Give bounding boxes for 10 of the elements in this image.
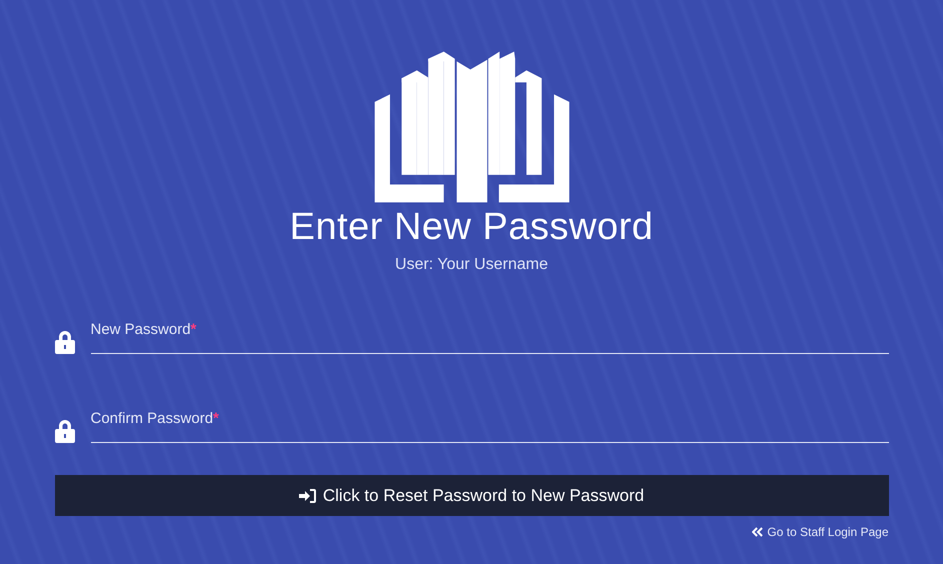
lock-icon [54,330,74,354]
double-chevron-icon [752,527,764,537]
lock-icon [54,419,74,443]
sign-in-icon [298,488,317,504]
reset-password-button[interactable]: Click to Reset Password to New Password [54,475,888,516]
page-title: Enter New Password [290,205,654,250]
password-field[interactable]: New Password* [90,319,888,354]
password-field[interactable]: Confirm Password* [90,408,888,443]
user-label: User: Your Username [395,256,548,274]
staff-login-link[interactable]: Go to Staff Login Page [752,525,888,539]
